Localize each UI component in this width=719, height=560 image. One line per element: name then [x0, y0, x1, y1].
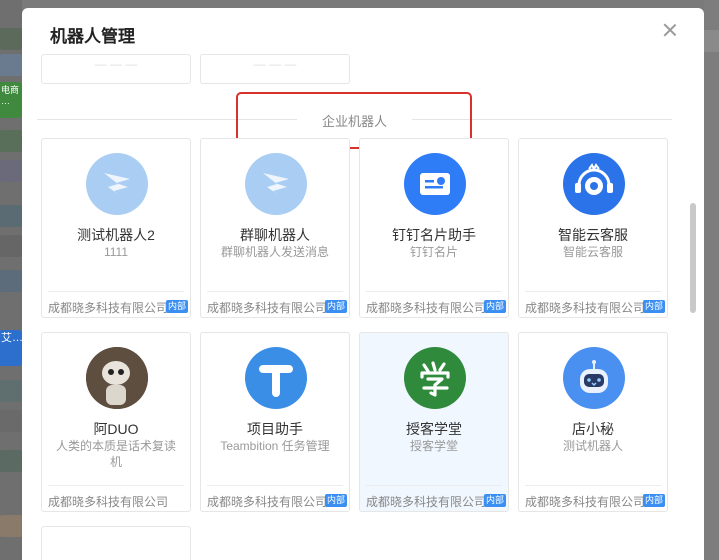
robot-desc: 智能云客服 [562, 245, 623, 259]
background-avatar [0, 54, 22, 76]
robot-card[interactable]: 阿DUO 人类的本质是话术复读机 成都晓多科技有限公司 [41, 332, 191, 512]
internal-badge: 内部 [324, 494, 347, 507]
background-avatar [0, 28, 22, 50]
robot-company: 成都晓多科技有限公司 [207, 301, 328, 315]
robot-card[interactable]: 授客学堂 授客学堂 成都晓多科技有限公司 内部 [359, 332, 509, 512]
robot-company: 成都晓多科技有限公司 [48, 495, 169, 509]
background-tag: 电商 … [0, 82, 22, 118]
card-separator [366, 485, 502, 486]
robot-company: 成都晓多科技有限公司 [366, 301, 487, 315]
headset-robot-icon [563, 153, 625, 215]
robot-card[interactable]: 钉钉名片助手 钉钉名片 成都晓多科技有限公司 内部 [359, 138, 509, 318]
robot-list-scroll[interactable]: — — — — — — 企业机器人 测试机器人2 1111 成都晓多科技有限公司… [22, 54, 704, 560]
robot-desc: Teambition 任务管理 [220, 439, 330, 453]
robot-card-partial[interactable]: — — — [41, 54, 191, 84]
background-avatar [0, 130, 22, 152]
robot-desc: 人类的本质是话术复读机 [55, 439, 176, 469]
background-avatar [0, 235, 22, 257]
robot-photo-icon [86, 347, 148, 409]
robot-company: 成都晓多科技有限公司 [525, 495, 646, 509]
card-separator [525, 291, 661, 292]
background-avatar [0, 380, 22, 402]
internal-badge: 内部 [324, 300, 347, 313]
background-tag: 艾… [0, 330, 22, 366]
background-avatar [0, 205, 22, 227]
xue-icon [404, 347, 466, 409]
scrollbar[interactable] [690, 54, 696, 560]
robot-company: 成都晓多科技有限公司 [207, 495, 328, 509]
background-right-panel [704, 0, 719, 560]
robot-desc: 群聊机器人发送消息 [220, 245, 329, 259]
close-icon[interactable] [662, 22, 678, 38]
internal-badge: 内部 [642, 300, 665, 313]
background-avatar [0, 160, 22, 182]
internal-badge: 内部 [483, 494, 506, 507]
bot-face-icon [563, 347, 625, 409]
robot-card[interactable]: 店小秘 测试机器人 成都晓多科技有限公司 内部 [518, 332, 668, 512]
robot-company: 成都晓多科技有限公司 [48, 301, 169, 315]
robot-name: 钉钉名片助手 [392, 227, 476, 243]
card-separator [48, 485, 184, 486]
robot-name: 阿DUO [93, 421, 139, 437]
robot-icon [86, 153, 148, 215]
robot-name: 店小秘 [572, 421, 614, 437]
robot-name: 测试机器人2 [77, 227, 155, 243]
scrollbar-thumb[interactable] [690, 203, 696, 313]
robot-desc: 1111 [103, 245, 129, 259]
robot-name: 授客学堂 [406, 421, 462, 437]
teambition-icon [245, 347, 307, 409]
robot-name: 智能云客服 [558, 227, 628, 243]
modal-title: 机器人管理 [50, 27, 135, 46]
background-avatar [0, 410, 22, 432]
partial-text: — — — [94, 57, 138, 71]
robot-card[interactable]: 群聊机器人 群聊机器人发送消息 成都晓多科技有限公司 内部 [200, 138, 350, 318]
background-avatar [0, 450, 22, 472]
robot-desc: 钉钉名片 [409, 245, 458, 259]
card-separator [207, 485, 343, 486]
card-separator [48, 291, 184, 292]
background-avatar [0, 515, 22, 537]
internal-badge: 内部 [642, 494, 665, 507]
internal-badge: 内部 [165, 300, 188, 313]
robot-desc: 授客学堂 [409, 439, 458, 453]
robot-desc: 测试机器人 [562, 439, 623, 453]
internal-badge: 内部 [483, 300, 506, 313]
robot-card-partial[interactable] [41, 526, 191, 560]
robot-icon [245, 153, 307, 215]
robot-card[interactable]: 测试机器人2 1111 成都晓多科技有限公司 内部 [41, 138, 191, 318]
robot-card[interactable]: 项目助手 Teambition 任务管理 成都晓多科技有限公司 内部 [200, 332, 350, 512]
robot-card-partial[interactable]: — — — [200, 54, 350, 84]
card-separator [366, 291, 502, 292]
partial-text: — — — [253, 57, 297, 71]
card-separator [207, 291, 343, 292]
robot-card[interactable]: 智能云客服 智能云客服 成都晓多科技有限公司 内部 [518, 138, 668, 318]
robot-name: 群聊机器人 [240, 227, 310, 243]
robot-company: 成都晓多科技有限公司 [525, 301, 646, 315]
background-right-button [704, 30, 719, 52]
namecard-icon [404, 153, 466, 215]
background-avatar [0, 270, 22, 292]
robot-name: 项目助手 [247, 421, 303, 437]
robot-management-modal: 机器人管理 — — — — — — 企业机器人 测试机器人2 1111 成都晓多… [22, 8, 704, 560]
card-separator [525, 485, 661, 486]
robot-company: 成都晓多科技有限公司 [366, 495, 487, 509]
